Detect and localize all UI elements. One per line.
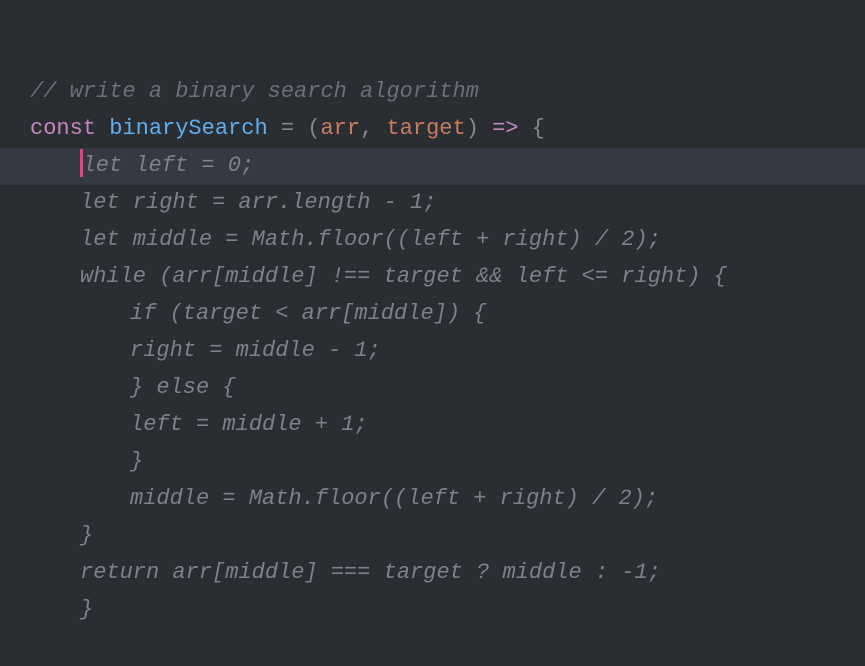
- function-name: binarySearch: [109, 116, 267, 141]
- ghost-line: middle = Math.floor((left + right) / 2);: [30, 481, 865, 518]
- param-target: target: [386, 116, 465, 141]
- ghost-line: right = middle - 1;: [30, 333, 865, 370]
- code-comment-line: // write a binary search algorithm: [30, 74, 865, 111]
- ghost-line: let right = arr.length - 1;: [30, 185, 865, 222]
- ghost-text: let left = 0;: [83, 153, 255, 178]
- param-arr: arr: [320, 116, 360, 141]
- ghost-line: left = middle + 1;: [30, 407, 865, 444]
- code-declaration-line: const binarySearch = (arr, target) => {: [30, 111, 865, 148]
- ghost-line: }: [30, 592, 865, 629]
- equals-op: =: [268, 116, 308, 141]
- close-paren: ): [466, 116, 479, 141]
- ghost-line: if (target < arr[middle]) {: [30, 296, 865, 333]
- arrow-op: =>: [479, 116, 532, 141]
- ghost-line: while (arr[middle] !== target && left <=…: [30, 259, 865, 296]
- open-paren: (: [307, 116, 320, 141]
- ghost-line: return arr[middle] === target ? middle :…: [30, 555, 865, 592]
- comma: ,: [360, 116, 386, 141]
- ghost-line: } else {: [30, 370, 865, 407]
- ghost-line: let middle = Math.floor((left + right) /…: [30, 222, 865, 259]
- code-editor[interactable]: // write a binary search algorithmconst …: [30, 0, 865, 666]
- open-brace: {: [532, 116, 545, 141]
- ghost-line: }: [30, 444, 865, 481]
- keyword-const: const: [30, 116, 109, 141]
- code-line-highlighted: let left = 0;: [0, 148, 865, 185]
- ghost-line: }: [30, 518, 865, 555]
